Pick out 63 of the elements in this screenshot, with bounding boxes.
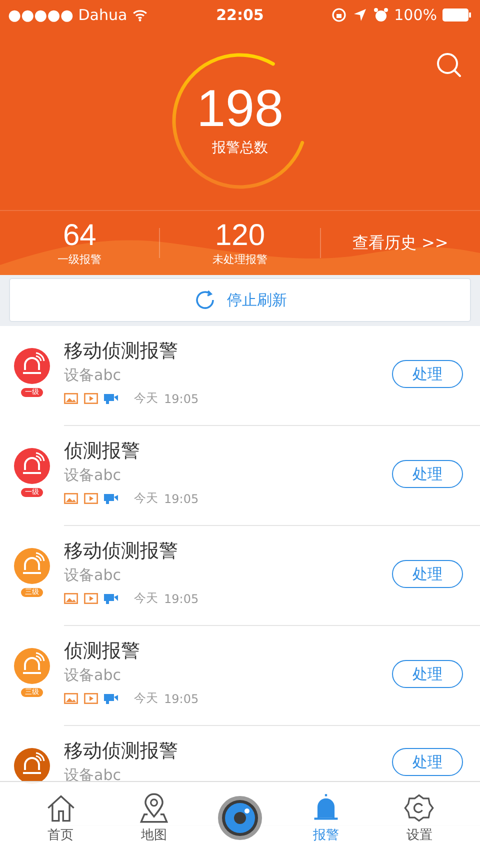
siren-icon bbox=[14, 548, 50, 584]
wifi-icon bbox=[132, 7, 148, 23]
device-name: 设备abc bbox=[64, 365, 122, 386]
clock-text: 22:05 bbox=[216, 6, 264, 24]
alarm-title: 侦测报警 bbox=[64, 639, 141, 664]
camera-icon bbox=[104, 493, 118, 504]
history-link[interactable]: 查看历史 >> bbox=[352, 232, 448, 254]
stat-value: 120 bbox=[214, 220, 266, 252]
date-text: 今天 bbox=[134, 390, 158, 407]
image-icon bbox=[64, 393, 78, 404]
stop-refresh-button[interactable]: 停止刷新 bbox=[9, 278, 471, 322]
image-icon bbox=[64, 493, 78, 504]
device-name: 设备abc bbox=[64, 465, 122, 486]
video-icon bbox=[84, 493, 98, 504]
alarm-title: 移动侦测报警 bbox=[64, 339, 179, 364]
battery-percent-text: 100% bbox=[394, 6, 437, 24]
image-icon bbox=[64, 693, 78, 704]
alarm-title: 侦测报警 bbox=[64, 439, 141, 464]
tab-button[interactable]: 报警 bbox=[296, 792, 356, 844]
stat-label: 未处理报警 bbox=[212, 252, 268, 266]
handle-button[interactable]: 处理 bbox=[392, 560, 463, 588]
tab-button[interactable]: 地图 bbox=[124, 792, 184, 844]
device-name: 设备abc bbox=[64, 565, 122, 586]
tab-button[interactable]: 首页 bbox=[30, 792, 91, 844]
total-count: 198 bbox=[196, 81, 284, 137]
handle-button[interactable]: 处理 bbox=[392, 660, 463, 688]
search-icon[interactable] bbox=[436, 52, 462, 78]
gear-icon bbox=[403, 792, 436, 824]
stat-label: 一级报警 bbox=[58, 252, 102, 266]
camera-icon bbox=[104, 693, 118, 704]
refresh-icon bbox=[193, 288, 217, 312]
siren-icon bbox=[14, 448, 50, 484]
date-text: 今天 bbox=[134, 490, 158, 507]
camera-icon bbox=[104, 593, 118, 604]
device-name: 设备abc bbox=[64, 765, 122, 786]
handle-button[interactable]: 处理 bbox=[392, 460, 463, 488]
location-arrow-icon bbox=[352, 7, 368, 23]
time-text: 19:05 bbox=[164, 492, 199, 506]
image-icon bbox=[64, 593, 78, 604]
siren-icon bbox=[14, 648, 50, 684]
time-text: 19:05 bbox=[164, 692, 199, 706]
tab-button[interactable]: 设置 bbox=[389, 792, 450, 844]
total-label: 报警总数 bbox=[212, 139, 268, 157]
map-pin-icon bbox=[138, 792, 170, 824]
alarm-title: 移动侦测报警 bbox=[64, 539, 179, 564]
video-icon bbox=[84, 593, 98, 604]
date-text: 今天 bbox=[134, 590, 158, 607]
handle-button[interactable]: 处理 bbox=[392, 360, 463, 388]
siren-icon bbox=[14, 348, 50, 384]
video-icon bbox=[84, 693, 98, 704]
battery-icon bbox=[442, 8, 472, 22]
alarm-title: 移动侦测报警 bbox=[64, 739, 179, 764]
time-text: 19:05 bbox=[164, 392, 199, 406]
carrier-text: ●●●●● Dahua bbox=[8, 6, 128, 24]
video-icon bbox=[84, 393, 98, 404]
time-text: 19:05 bbox=[164, 592, 199, 606]
date-text: 今天 bbox=[134, 690, 158, 707]
rotation-lock-icon bbox=[331, 7, 348, 23]
handle-button[interactable]: 处理 bbox=[392, 748, 463, 776]
camera-icon bbox=[104, 393, 118, 404]
device-name: 设备abc bbox=[64, 665, 122, 686]
stat-value: 64 bbox=[62, 220, 96, 252]
camera-lens-icon[interactable] bbox=[216, 794, 263, 840]
